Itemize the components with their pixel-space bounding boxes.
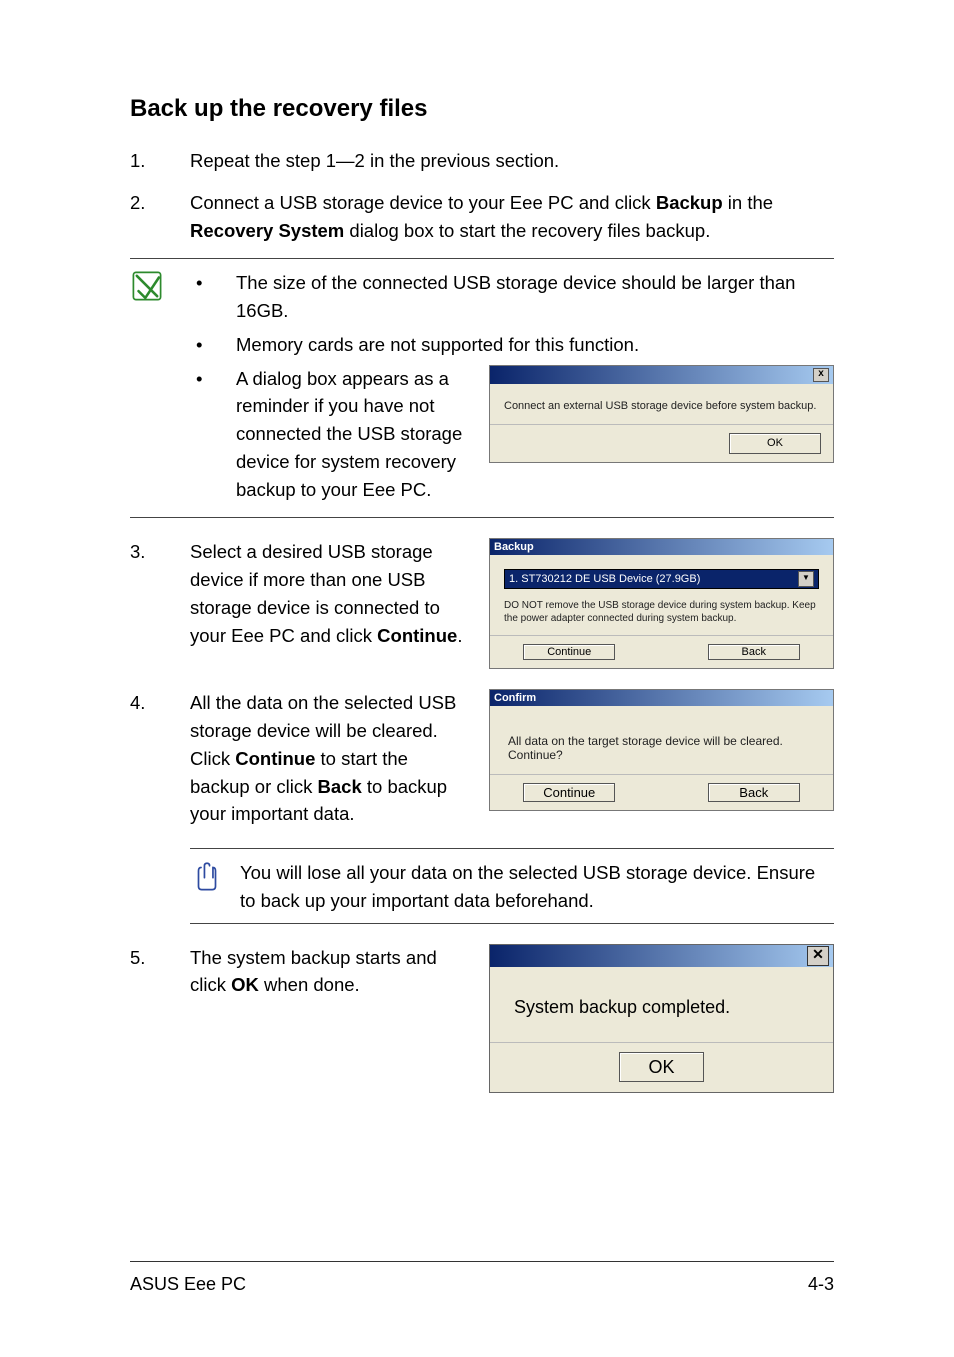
step-2-text: Connect a USB storage device to your Eee… bbox=[190, 189, 834, 245]
back-button[interactable]: Back bbox=[708, 783, 800, 802]
ok-button[interactable]: OK bbox=[729, 433, 821, 454]
dialog-confirm-msg: All data on the target storage device wi… bbox=[490, 706, 833, 774]
chevron-down-icon[interactable]: ▼ bbox=[798, 571, 814, 587]
note-1-bullet-3: A dialog box appears as a reminder if yo… bbox=[236, 365, 475, 504]
step-2-number: 2. bbox=[130, 189, 190, 245]
section-heading: Back up the recovery files bbox=[130, 95, 834, 123]
usb-device-dropdown[interactable]: 1. ST730212 DE USB Device (27.9GB) ▼ bbox=[504, 569, 819, 589]
continue-button[interactable]: Continue bbox=[523, 644, 615, 660]
step-1-text: Repeat the step 1—2 in the previous sect… bbox=[190, 147, 834, 175]
close-icon[interactable]: ✕ bbox=[807, 946, 829, 966]
note-icon bbox=[130, 269, 164, 303]
step-1-number: 1. bbox=[130, 147, 190, 175]
step-2: 2. Connect a USB storage device to your … bbox=[130, 189, 834, 245]
footer-page-number: 4-3 bbox=[808, 1274, 834, 1295]
dialog-backup-title: Backup bbox=[494, 541, 534, 553]
dialog-completed-msg: System backup completed. bbox=[490, 967, 833, 1042]
ok-button[interactable]: OK bbox=[619, 1052, 703, 1082]
step-4-number: 4. bbox=[130, 689, 190, 828]
note-box-2: You will lose all your data on the selec… bbox=[190, 848, 834, 924]
step-3-row: 3. Select a desired USB storage device i… bbox=[130, 538, 834, 669]
close-icon[interactable]: x bbox=[813, 368, 829, 382]
step-4-text: All the data on the selected USB storage… bbox=[190, 689, 471, 828]
step-4-row: 4. All the data on the selected USB stor… bbox=[130, 689, 834, 828]
step-1: 1. Repeat the step 1—2 in the previous s… bbox=[130, 147, 834, 175]
dialog-confirm: Confirm All data on the target storage d… bbox=[489, 689, 834, 811]
note-2-text: You will lose all your data on the selec… bbox=[240, 859, 834, 915]
dialog-connect-msg: Connect an external USB storage device b… bbox=[490, 384, 833, 425]
footer-divider bbox=[130, 1261, 834, 1262]
step-3-text: Select a desired USB storage device if m… bbox=[190, 538, 471, 649]
dialog-backup-warning: DO NOT remove the USB storage device dur… bbox=[504, 599, 819, 625]
note-1-bullet-2: Memory cards are not supported for this … bbox=[236, 331, 639, 359]
dialog-backup: Backup 1. ST730212 DE USB Device (27.9GB… bbox=[489, 538, 834, 669]
page-footer: ASUS Eee PC 4-3 bbox=[130, 1274, 834, 1295]
dialog-confirm-title: Confirm bbox=[494, 692, 536, 704]
bullet-dot: • bbox=[190, 331, 236, 359]
note-box-1: • The size of the connected USB storage … bbox=[130, 258, 834, 518]
step-3-number: 3. bbox=[130, 538, 190, 649]
bullet-dot: • bbox=[190, 365, 236, 393]
step-5-row: 5. The system backup starts and click OK… bbox=[130, 944, 834, 1093]
continue-button[interactable]: Continue bbox=[523, 783, 615, 802]
dialog-completed: ✕ System backup completed. OK bbox=[489, 944, 834, 1093]
caution-hand-icon bbox=[190, 859, 224, 893]
footer-left: ASUS Eee PC bbox=[130, 1274, 246, 1295]
dialog-connect-usb: x Connect an external USB storage device… bbox=[489, 365, 834, 463]
note-1-bullet-1: The size of the connected USB storage de… bbox=[236, 269, 834, 325]
step-5-number: 5. bbox=[130, 944, 190, 1000]
step-5-text: The system backup starts and click OK wh… bbox=[190, 944, 471, 1000]
back-button[interactable]: Back bbox=[708, 644, 800, 660]
usb-device-selected: 1. ST730212 DE USB Device (27.9GB) bbox=[509, 573, 700, 585]
bullet-dot: • bbox=[190, 269, 236, 325]
